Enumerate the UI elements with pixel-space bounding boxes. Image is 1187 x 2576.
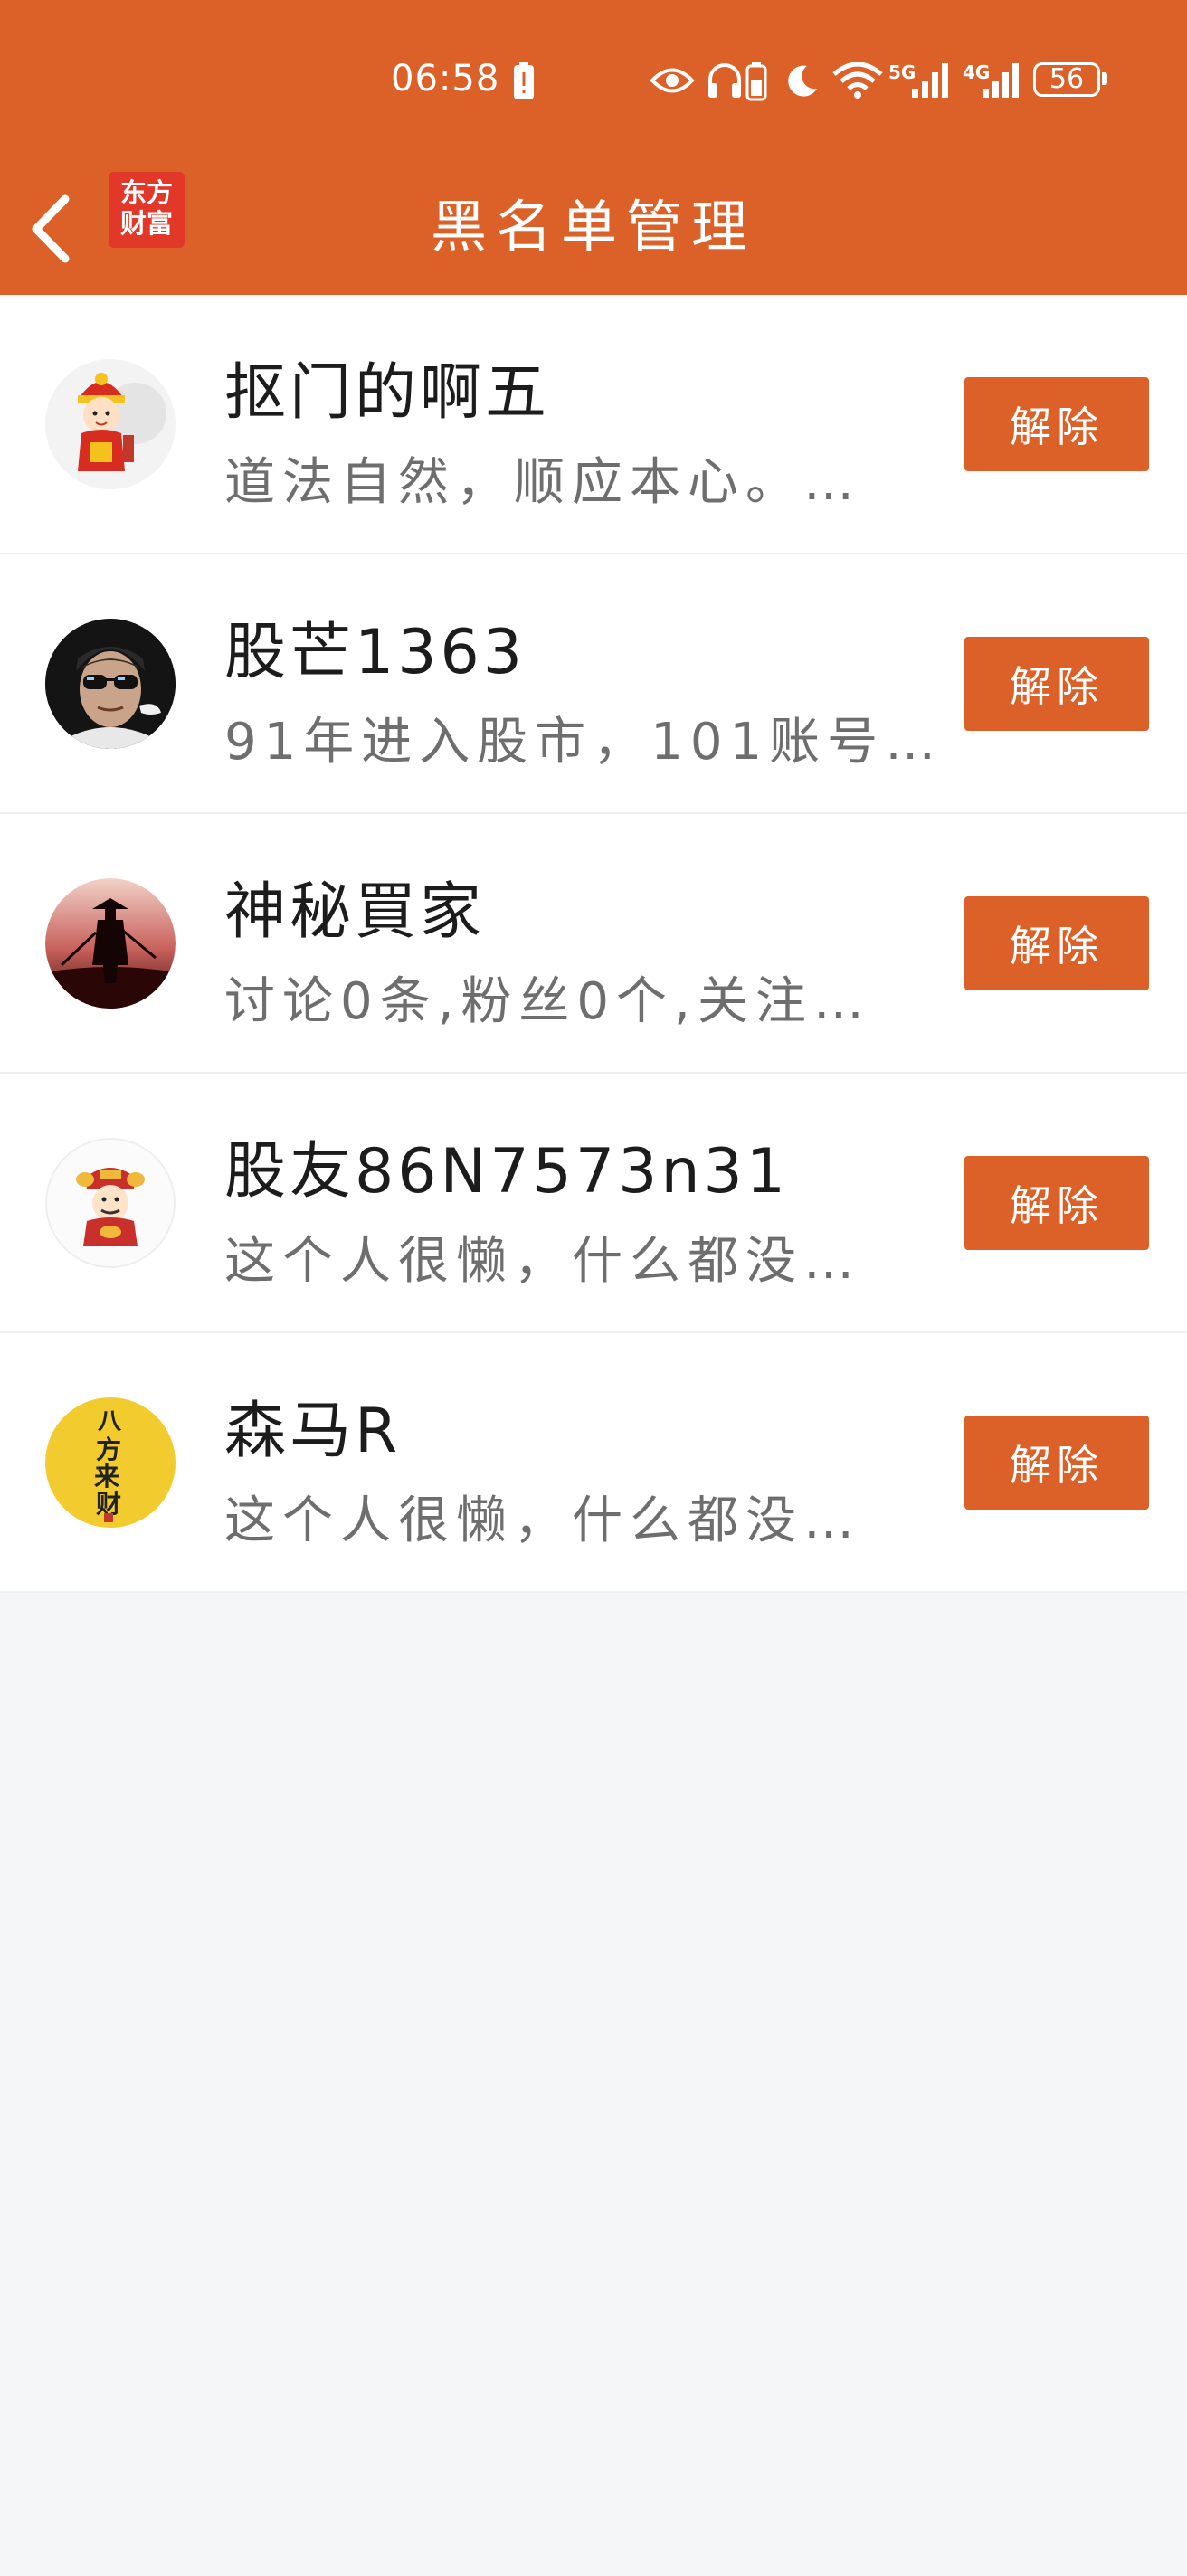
signal-icon — [983, 63, 1019, 98]
battery-small-icon — [745, 62, 767, 101]
blacklist-list: 抠门的啊五 道法自然，顺应本心。… 解除 股芒1363 91年进入股市，101账… — [0, 295, 1187, 1593]
avatar[interactable] — [45, 878, 176, 1009]
calligraphy-avatar: 八 方 来 财 — [45, 1397, 176, 1528]
user-name[interactable]: 神秘買家 — [224, 861, 485, 951]
status-bar: 06:58 5G 4G 56 — [0, 0, 1187, 163]
user-name[interactable]: 森马R — [224, 1380, 401, 1470]
list-item: 股芒1363 91年进入股市，101账号… 解除 — [0, 554, 1187, 814]
user-description: 这个人很懒，什么都没… — [224, 1492, 861, 1550]
moon-icon — [788, 65, 817, 97]
avatar[interactable] — [45, 359, 176, 489]
battery-alert-icon — [514, 62, 534, 99]
eye-icon — [650, 68, 695, 93]
app-header: 06:58 5G 4G 56 东方 财富 黑名单管理 — [0, 0, 1187, 295]
user-description: 道法自然，顺应本心。… — [224, 453, 861, 512]
seal-stamp — [104, 1513, 113, 1522]
list-item: 八 方 来 财 森马R 这个人很懒，什么都没… 解除 — [0, 1333, 1187, 1593]
unblock-button[interactable]: 解除 — [964, 896, 1149, 990]
user-name[interactable]: 抠门的啊五 — [224, 342, 550, 431]
list-item: 股友86N7573n31 这个人很懒，什么都没… 解除 — [0, 1074, 1187, 1333]
list-item: 抠门的啊五 道法自然，顺应本心。… 解除 — [0, 295, 1187, 554]
battery-level: 56 — [1049, 63, 1085, 95]
wifi-icon — [832, 62, 883, 99]
avatar[interactable] — [45, 619, 176, 749]
unblock-button[interactable]: 解除 — [964, 1416, 1149, 1510]
sunglasses-man-avatar — [45, 619, 176, 749]
signal-icon — [912, 63, 948, 98]
unblock-button[interactable]: 解除 — [964, 377, 1149, 471]
battery-icon: 56 — [1033, 62, 1100, 97]
user-description: 这个人很懒，什么都没… — [224, 1232, 861, 1291]
list-item: 神秘買家 讨论0条,粉丝0个,关注… 解除 — [0, 814, 1187, 1074]
unblock-button[interactable]: 解除 — [964, 1156, 1149, 1250]
user-description: 91年进入股市，101账号… — [224, 713, 944, 772]
fortune-god-avatar — [45, 1138, 176, 1268]
samurai-silhouette-avatar — [45, 878, 176, 1009]
page-title: 黑名单管理 — [430, 194, 756, 260]
user-name[interactable]: 股友86N7573n31 — [224, 1121, 789, 1210]
user-description: 讨论0条,粉丝0个,关注… — [224, 972, 871, 1031]
unblock-button[interactable]: 解除 — [964, 637, 1149, 731]
headphones-icon — [708, 63, 741, 98]
status-time: 06:58 — [391, 58, 500, 99]
cartoon-god-avatar — [45, 359, 176, 489]
avatar[interactable] — [45, 1138, 176, 1268]
user-name[interactable]: 股芒1363 — [224, 601, 526, 691]
battery-tip — [1102, 72, 1107, 85]
avatar[interactable]: 八 方 来 财 — [45, 1397, 176, 1528]
